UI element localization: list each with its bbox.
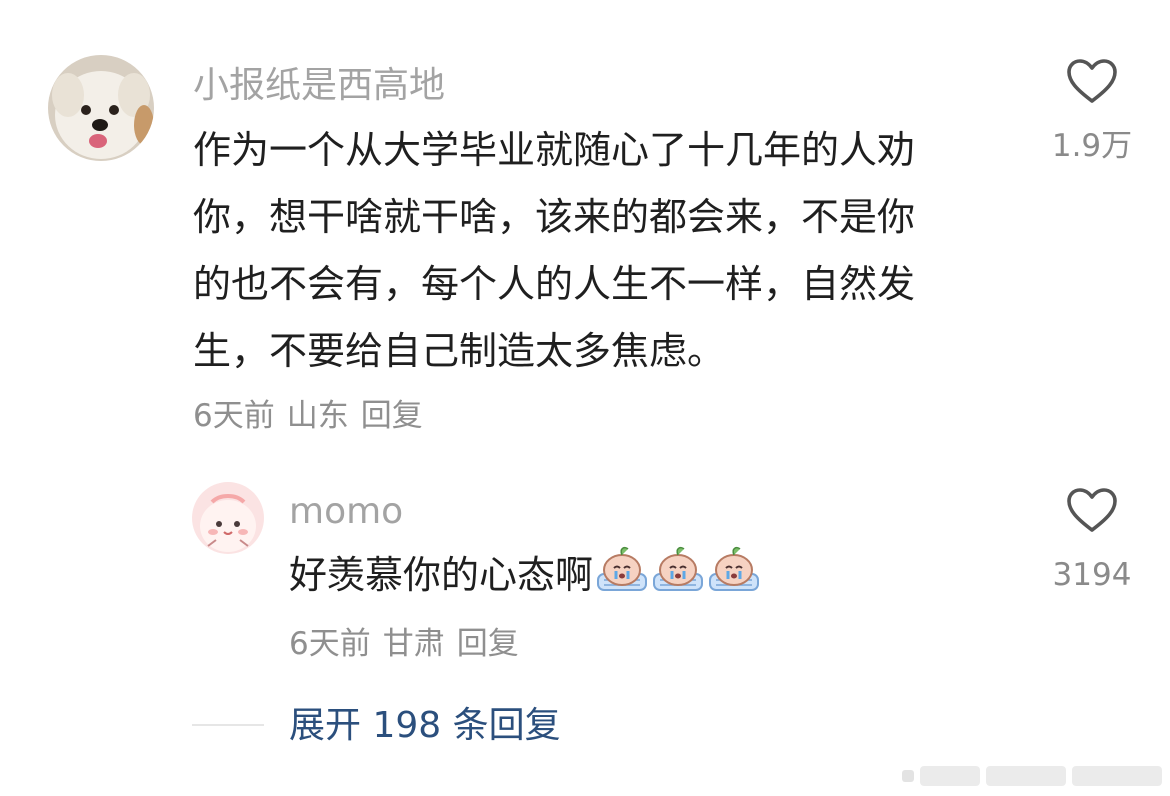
comment-location: 山东 [286,398,349,434]
avatar-commenter[interactable] [48,55,154,161]
reply-reply-button[interactable]: 回复 [457,626,519,662]
reply-body: 好羡慕你的心态啊 [289,540,761,615]
reply-time: 6天前 [289,626,371,662]
crying-peach-emoji-icon [651,540,705,615]
reply-location: 甘肃 [382,626,445,662]
replier-username[interactable]: momo [289,490,403,534]
comment-text-line: 的也不会有，每个人的人生不一样，自然发 [193,262,916,306]
avatar-replier[interactable] [192,482,264,554]
comment-text-line: 作为一个从大学毕业就随心了十几年的人劝 [193,128,916,172]
heart-icon[interactable] [1040,487,1144,541]
heart-icon[interactable] [1040,58,1144,112]
divider-line [192,724,264,726]
reply-button[interactable]: 回复 [361,398,423,434]
reply-meta: 6天前 甘肃 回复 [289,624,531,664]
reply-text: 好羡慕你的心态啊 [289,553,594,597]
crying-peach-emoji-icon [595,540,649,615]
comment-like: 1.9万 [1040,58,1144,166]
like-count: 3194 [1052,557,1132,593]
expand-replies-button[interactable]: 展开 198 条回复 [289,704,561,748]
comment-text-line: 生，不要给自己制造太多焦虑。 [193,329,726,373]
like-count: 1.9万 [1051,128,1133,164]
watermark [900,760,1170,790]
comment-meta: 6天前 山东 回复 [193,396,435,436]
comment-text-line: 你，想干啥就干啥，该来的都会来，不是你 [193,195,916,239]
commenter-username[interactable]: 小报纸是西高地 [193,64,445,108]
comment-body: 作为一个从大学毕业就随心了十几年的人劝 你，想干啥就干啥，该来的都会来，不是你 … [193,117,915,385]
crying-peach-emoji-icon [707,540,761,615]
reply-like: 3194 [1040,487,1144,595]
comment-time: 6天前 [193,398,275,434]
